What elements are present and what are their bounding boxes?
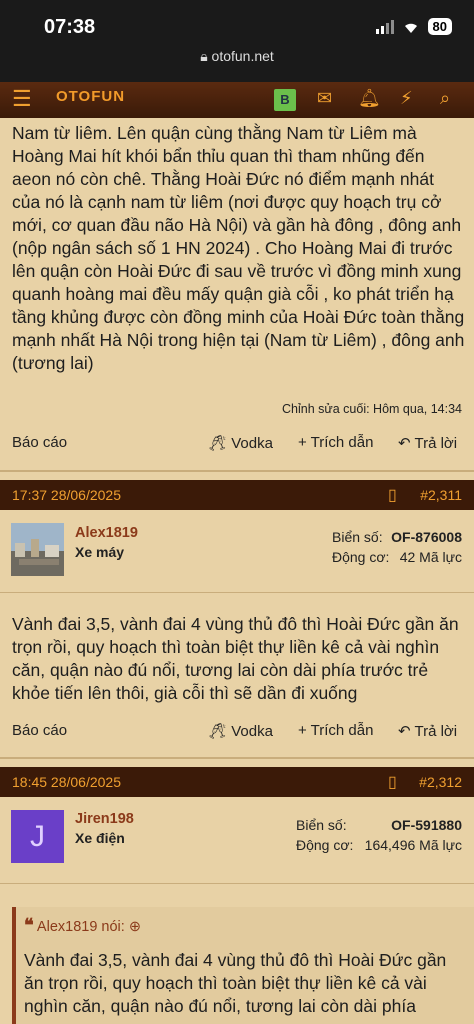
plate-value: OF-876008 — [391, 529, 462, 545]
vodka-button[interactable]: 🥂︎ Vodka — [208, 722, 273, 740]
engine-label: Động cơ: — [296, 837, 354, 853]
post-actions: Báo cáo 🥂︎ Vodka + Trích dẫn ↶ Trả lời — [0, 434, 474, 460]
battery-icon: 80 — [427, 18, 452, 35]
reply-icon: ↶ — [398, 723, 415, 740]
lightning-icon[interactable]: ⚡︎ — [400, 88, 413, 109]
user-avatar[interactable] — [11, 523, 64, 576]
quote-author: Alex1819 nói: — [36, 919, 125, 935]
post-divider — [0, 470, 474, 472]
inbox-icon[interactable]: ✉ — [317, 88, 332, 109]
jump-to-post-icon[interactable]: ⊕ — [129, 919, 141, 935]
search-icon[interactable]: ⌕ — [440, 88, 450, 109]
post-header: 17:37 28/06/2025 ▯ #2,311 — [0, 480, 474, 510]
bookmark-icon[interactable]: ▯ — [388, 772, 397, 792]
quote-header[interactable]: ❝ Alex1819 nói: ⊕ — [24, 915, 141, 936]
report-button[interactable]: Báo cáo — [12, 722, 67, 739]
user-badge-button[interactable]: B — [274, 89, 296, 111]
engine-value: 42 Mã lực — [399, 549, 462, 565]
post-divider — [0, 592, 474, 593]
vodka-label: Vodka — [231, 435, 273, 452]
engine-label: Động cơ: — [332, 549, 390, 565]
quote-icon: ❝ — [24, 915, 34, 935]
site-logo[interactable]: OTOFUN — [56, 88, 125, 105]
post-body-text: Vành đai 3,5, vành đai 4 vùng thủ đô thì… — [12, 614, 459, 703]
status-icons: 80 — [375, 18, 452, 35]
plate-label: Biển số: — [296, 817, 347, 833]
status-bar: 07:38 80 🔒︎ otofun.net — [0, 0, 474, 82]
url-bar[interactable]: 🔒︎ otofun.net — [0, 48, 474, 65]
username-link[interactable]: Alex1819 — [75, 525, 138, 541]
reply-label: Trả lời — [414, 435, 458, 452]
reply-button[interactable]: ↶ Trả lời — [398, 434, 457, 452]
report-button[interactable]: Báo cáo — [12, 434, 67, 451]
post-datetime[interactable]: 17:37 28/06/2025 — [12, 487, 121, 503]
bell-icon[interactable]: 🔔︎ — [358, 88, 381, 109]
quote-button[interactable]: + Trích dẫn — [298, 434, 373, 451]
quote-button[interactable]: + Trích dẫn — [298, 722, 373, 739]
post-actions: Báo cáo 🥂︎ Vodka + Trích dẫn ↶ Trả lời — [0, 722, 474, 748]
username-link[interactable]: Jiren198 — [75, 811, 134, 827]
reply-icon: ↶ — [398, 435, 415, 452]
status-time: 07:38 — [44, 16, 96, 38]
post-number[interactable]: #2,311 — [420, 487, 462, 503]
reply-label: Trả lời — [414, 723, 458, 740]
post-divider — [0, 757, 474, 759]
glasses-icon: 🥂︎ — [208, 435, 232, 452]
plate-label: Biển số: — [332, 529, 383, 545]
url-text: otofun.net — [211, 48, 274, 64]
quote-text: Vành đai 3,5, vành đai 4 vùng thủ đô thì… — [24, 950, 447, 1016]
lock-icon: 🔒︎ — [200, 48, 212, 64]
signal-icon — [375, 19, 394, 34]
post-header: 18:45 28/06/2025 ▯ #2,312 — [0, 767, 474, 797]
reply-button[interactable]: ↶ Trả lời — [398, 722, 457, 740]
plate-value: OF-591880 — [391, 817, 462, 833]
vodka-label: Vodka — [231, 723, 273, 740]
top-navbar: ☰ OTOFUN B ✉ 🔔︎ ⚡︎ ⌕ — [0, 82, 474, 118]
post-datetime[interactable]: 18:45 28/06/2025 — [12, 774, 121, 790]
quote-block: ❝ Alex1819 nói: ⊕ Vành đai 3,5, vành đai… — [12, 907, 474, 1024]
post-body-text: Nam từ liêm. Lên quận cùng thằng Nam từ … — [12, 123, 465, 373]
glasses-icon: 🥂︎ — [208, 723, 232, 740]
edited-note: Chỉnh sửa cuối: Hôm qua, 14:34 — [282, 402, 462, 416]
user-avatar[interactable]: J — [11, 810, 64, 863]
vodka-button[interactable]: 🥂︎ Vodka — [208, 434, 273, 452]
engine-value: 164,496 Mã lực — [364, 837, 462, 853]
wifi-icon — [404, 23, 417, 33]
post-divider — [0, 883, 474, 884]
user-rank: Xe điện — [75, 830, 125, 846]
post-number[interactable]: #2,312 — [419, 774, 462, 790]
bookmark-icon[interactable]: ▯ — [388, 485, 397, 505]
user-rank: Xe máy — [75, 544, 125, 560]
menu-icon[interactable]: ☰ — [12, 86, 32, 112]
